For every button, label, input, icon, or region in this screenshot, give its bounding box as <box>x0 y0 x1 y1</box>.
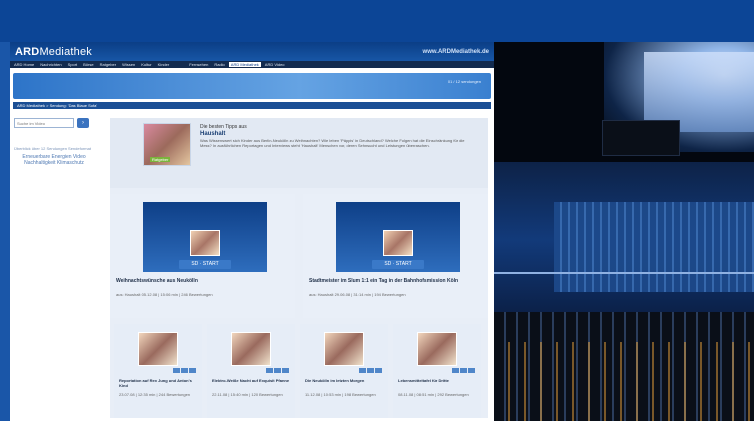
nav-item-video[interactable]: ARD Video <box>263 62 287 67</box>
action-icon[interactable] <box>468 368 475 373</box>
search-input[interactable] <box>14 118 74 128</box>
main-panel: Ratgeber Die besten Tipps aus Haushalt W… <box>110 118 488 418</box>
sidebar: › Überblick über 12 Sendungen Sendeforma… <box>14 118 106 418</box>
feature-kicker: Die besten Tipps aus <box>200 124 247 130</box>
action-icon[interactable] <box>375 368 382 373</box>
feature-tag: Ratgeber <box>150 157 171 162</box>
video-title[interactable]: Stadtmeister im Slum 1:1 ein Tag in der … <box>309 278 479 284</box>
feature-text: Die besten Tipps aus Haushalt Was Wissen… <box>200 124 470 148</box>
feature-title[interactable]: Haushalt <box>200 131 470 137</box>
video-thumbnail[interactable] <box>324 332 364 366</box>
left-border <box>0 42 10 421</box>
play-button[interactable]: SD · START <box>372 260 424 269</box>
video-card-small[interactable]: Elektro-Weiße Nacht auf Exquisit Pfanne … <box>207 324 295 418</box>
video-thumbnail[interactable] <box>231 332 271 366</box>
nav-item-boerse[interactable]: Börse <box>81 62 95 67</box>
nav-item-kultur[interactable]: Kultur <box>139 62 153 67</box>
feature-image[interactable]: Ratgeber <box>143 123 191 166</box>
action-icon[interactable] <box>181 368 188 373</box>
video-title[interactable]: Elektro-Weiße Nacht auf Exquisit Pfanne <box>212 378 292 383</box>
search-button[interactable]: › <box>77 118 89 128</box>
nav-item-ratgeber[interactable]: Ratgeber <box>98 62 118 67</box>
nav-item-kinder[interactable]: Kinder <box>156 62 172 67</box>
nav-item-mediathek[interactable]: ARD Mediathek <box>228 62 261 67</box>
photo-highlight <box>494 272 754 274</box>
card-actions <box>266 368 289 373</box>
action-icon[interactable] <box>282 368 289 373</box>
action-icon[interactable] <box>367 368 374 373</box>
photo-control-panel <box>554 202 754 292</box>
featured-videos: SD · START Weihnachtswünsche aus Neuköll… <box>110 194 488 318</box>
logo-light: Mediathek <box>39 45 92 58</box>
page-content: › Überblick über 12 Sendungen Sendeforma… <box>10 114 494 421</box>
video-thumbnail[interactable] <box>138 332 178 366</box>
video-meta: 11.12.08 | 10:53 min | 198 Bewertungen <box>305 392 376 397</box>
site-logo[interactable]: ARDMediathek <box>15 46 92 58</box>
action-icon[interactable] <box>189 368 196 373</box>
card-actions <box>173 368 196 373</box>
feature-body: Was Wissenswert sich Kinder aus Berlin-N… <box>200 138 465 148</box>
video-card-small[interactable]: Lebensmitteltafel für Dritte 08.11.08 | … <box>393 324 481 418</box>
action-icon[interactable] <box>359 368 366 373</box>
nav-item-fernsehen[interactable]: Fernsehen <box>187 62 210 67</box>
play-button[interactable]: SD · START <box>179 260 231 269</box>
nav-item-radio[interactable]: Radio <box>212 62 226 67</box>
arrow-right-icon: › <box>82 120 84 126</box>
video-title[interactable]: Die Neukölln im letzten Morgen <box>305 378 385 383</box>
video-card[interactable]: SD · START Weihnachtswünsche aus Neuköll… <box>110 194 295 318</box>
sidebar-small-text: Überblick über 12 Sendungen Sendeformat <box>14 146 91 151</box>
hero-meta: 01 / 12 sendungen <box>447 79 481 84</box>
video-meta: 23.07.08 | 12:35 min | 244 Bewertungen <box>119 392 191 397</box>
video-thumbnail[interactable]: SD · START <box>336 202 460 272</box>
video-meta: aus: Haushalt 29.06.08 | 31:14 min | 194… <box>309 292 406 297</box>
video-title[interactable]: Reportation auf Rex Jung und Anton's Kin… <box>119 378 199 388</box>
action-icon[interactable] <box>173 368 180 373</box>
video-meta: 22.11.08 | 15:40 min | 120 Bewertungen <box>212 392 283 397</box>
logo-bold: ARD <box>15 45 40 58</box>
video-grid: Reportation auf Rex Jung und Anton's Kin… <box>110 324 488 418</box>
hero-banner: 01 / 12 sendungen <box>13 73 491 99</box>
video-still <box>190 230 220 256</box>
site-url[interactable]: www.ARDMediathek.de <box>423 49 489 55</box>
nav-item-nachrichten[interactable]: Nachrichten <box>38 62 63 67</box>
feature-box: Ratgeber Die besten Tipps aus Haushalt W… <box>110 118 488 188</box>
video-thumbnail[interactable] <box>417 332 457 366</box>
top-banner <box>0 0 754 42</box>
photo-leds <box>494 342 754 421</box>
action-icon[interactable] <box>274 368 281 373</box>
video-card-small[interactable]: Reportation auf Rex Jung und Anton's Kin… <box>114 324 202 418</box>
site-header: ARDMediathek www.ARDMediathek.de <box>10 42 494 61</box>
video-card-small[interactable]: Die Neukölln im letzten Morgen 11.12.08 … <box>300 324 388 418</box>
breadcrumb-text[interactable]: ARD Mediathek > Sendung: 'Das Blaue Sofa… <box>17 103 97 108</box>
nav-item-wissen[interactable]: Wissen <box>120 62 137 67</box>
nav-item-home[interactable]: ARD Home <box>12 62 36 67</box>
video-still <box>383 230 413 256</box>
video-title[interactable]: Lebensmitteltafel für Dritte <box>398 378 478 383</box>
search-row: › <box>14 118 106 128</box>
video-card[interactable]: SD · START Stadtmeister im Slum 1:1 ein … <box>303 194 488 318</box>
card-actions <box>452 368 475 373</box>
action-icon[interactable] <box>452 368 459 373</box>
webpage-screenshot: ARDMediathek www.ARDMediathek.de ARD Hom… <box>10 42 494 421</box>
mixing-desk-photo <box>494 42 754 421</box>
action-icon[interactable] <box>460 368 467 373</box>
video-meta: 08.11.08 | 08:51 min | 292 Bewertungen <box>398 392 469 397</box>
sidebar-links[interactable]: Erneuerbare Energien Video Nachhaltigkei… <box>14 154 94 166</box>
video-title[interactable]: Weihnachtswünsche aus Neukölln <box>116 278 286 284</box>
video-meta: aus: Haushalt 05.12.08 | 15:06 min | 246… <box>116 292 213 297</box>
photo-equipment <box>602 120 680 156</box>
action-icon[interactable] <box>266 368 273 373</box>
breadcrumb: ARD Mediathek > Sendung: 'Das Blaue Sofa… <box>13 102 491 109</box>
card-actions <box>359 368 382 373</box>
main-nav: ARD Home Nachrichten Sport Börse Ratgebe… <box>10 61 494 68</box>
video-thumbnail[interactable]: SD · START <box>143 202 267 272</box>
nav-item-sport[interactable]: Sport <box>66 62 80 67</box>
